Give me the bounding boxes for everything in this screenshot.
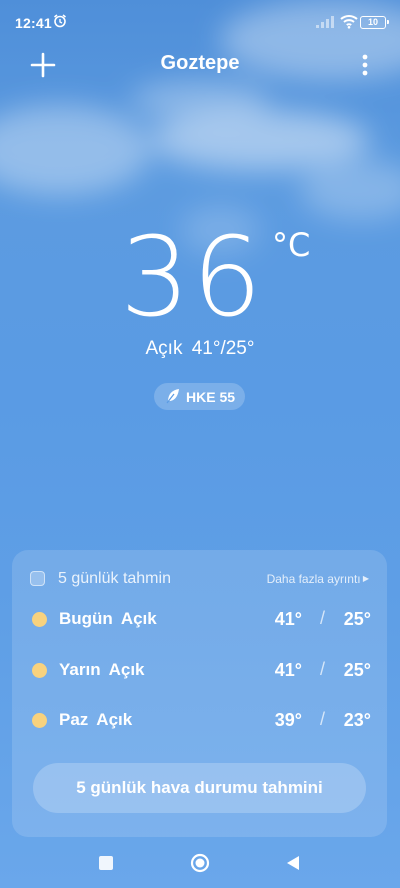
sun-icon (32, 612, 47, 627)
five-day-forecast-button[interactable]: 5 günlük hava durumu tahmini (33, 763, 366, 813)
battery-level: 10 (367, 17, 378, 27)
alarm-icon (54, 14, 66, 28)
temp-separator: / (319, 608, 325, 628)
forecast-day-label: Bugün Açık (59, 609, 157, 629)
sun-icon (32, 663, 47, 678)
current-temperature-block: 36 (0, 222, 400, 332)
home-button[interactable] (190, 853, 210, 873)
forecast-day: Paz (59, 710, 89, 729)
recent-apps-button[interactable] (99, 856, 113, 870)
forecast-day-label: Paz Açık (59, 710, 132, 730)
battery-icon: 10 (360, 16, 389, 29)
forecast-day-label: Yarın Açık (59, 660, 145, 680)
forecast-low: 25° (343, 609, 371, 629)
forecast-high: 41° (274, 609, 302, 629)
signal-icon (316, 16, 334, 28)
forecast-card: 5 günlük tahmin Daha fazla ayrıntı Bugün… (12, 550, 387, 837)
current-condition-line: Açık 41°/25° (0, 338, 400, 360)
temp-separator: / (319, 709, 325, 729)
air-quality-badge[interactable]: HKE 55 (154, 383, 245, 410)
current-condition: Açık (145, 338, 183, 359)
calendar-icon (30, 571, 45, 586)
current-temperature: 36 (120, 213, 264, 341)
status-time: 12:41 (15, 15, 52, 31)
forecast-low: 25° (343, 660, 371, 680)
temperature-unit: °C (272, 226, 311, 264)
forecast-day: Yarın (59, 660, 101, 679)
back-button[interactable] (285, 855, 301, 871)
forecast-condition: Açık (96, 710, 133, 729)
wifi-icon (340, 15, 358, 29)
sun-icon (32, 713, 47, 728)
forecast-row[interactable]: Bugün Açık 41° / 25° (12, 600, 387, 640)
air-quality-label: HKE 55 (186, 389, 236, 405)
forecast-condition: Açık (108, 660, 145, 679)
more-details-link[interactable]: Daha fazla ayrıntı (267, 572, 369, 586)
leaf-icon (166, 389, 179, 404)
city-title: Goztepe (160, 52, 240, 74)
forecast-row[interactable]: Paz Açık 39° / 23° (12, 701, 387, 741)
forecast-high: 41° (274, 660, 302, 680)
forecast-condition: Açık (120, 609, 157, 628)
forecast-day: Bugün (59, 609, 113, 628)
forecast-low: 23° (343, 710, 371, 730)
more-menu-icon[interactable] (360, 52, 370, 78)
temp-separator: / (319, 659, 325, 679)
status-bar: 12:41 10 (0, 0, 400, 48)
forecast-row[interactable]: Yarın Açık 41° / 25° (12, 651, 387, 691)
current-range: 41°/25° (191, 338, 255, 359)
forecast-high: 39° (274, 710, 302, 730)
forecast-title: 5 günlük tahmin (58, 570, 171, 587)
